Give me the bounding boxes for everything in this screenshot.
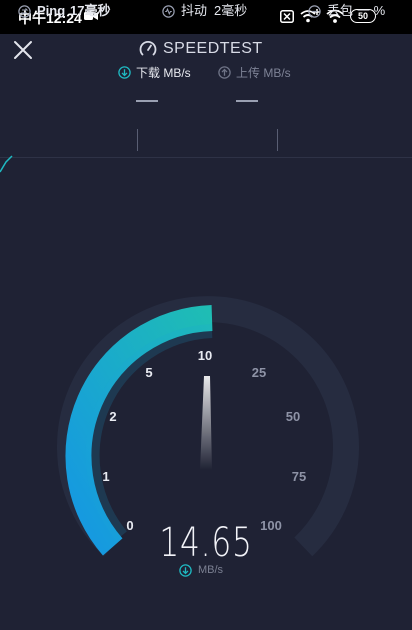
scale-2: 2 xyxy=(109,409,116,424)
scale-5: 5 xyxy=(145,365,152,380)
scale-75: 75 xyxy=(292,469,306,484)
gauge-needle xyxy=(200,376,212,470)
graph-line xyxy=(0,155,13,173)
scale-50: 50 xyxy=(286,409,300,424)
speed-reading: 14.65 xyxy=(159,520,253,566)
scale-25: 25 xyxy=(252,365,266,380)
scale-10: 10 xyxy=(198,348,212,363)
scale-1: 1 xyxy=(102,469,109,484)
reading-unit-label: MB/s xyxy=(198,564,224,576)
download-icon xyxy=(179,564,192,577)
